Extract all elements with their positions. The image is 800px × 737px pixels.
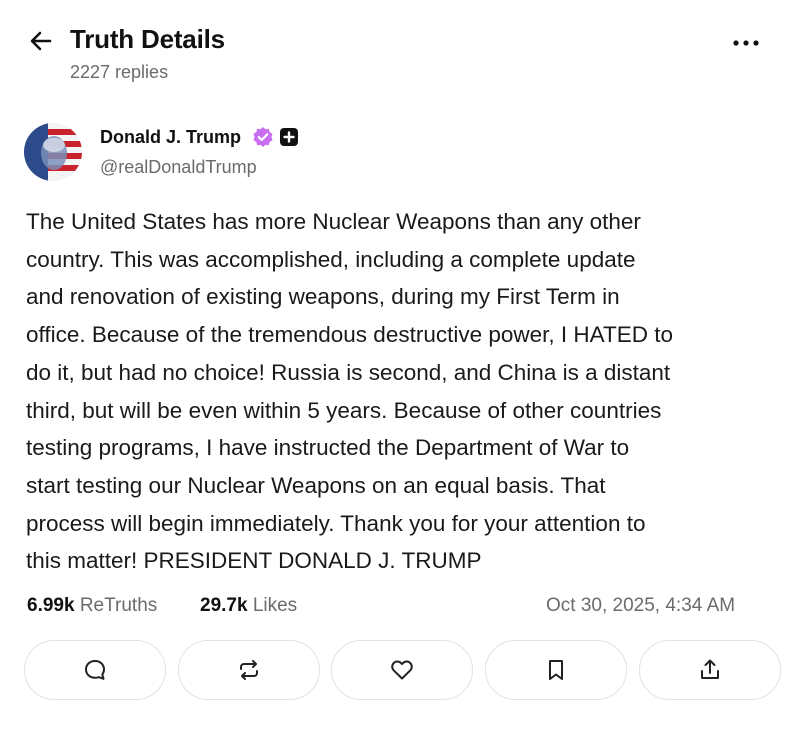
reply-icon bbox=[85, 660, 105, 680]
avatar-image-icon bbox=[24, 123, 82, 181]
retruth-button[interactable] bbox=[178, 640, 320, 700]
reply-button[interactable] bbox=[24, 640, 166, 700]
verified-badge-icon bbox=[252, 126, 274, 148]
likes-label: Likes bbox=[252, 595, 298, 616]
retruths-stat[interactable]: 6.99k ReTruths bbox=[27, 595, 157, 617]
post-stats: 6.99k ReTruths 29.7k Likes Oct 30, 2025,… bbox=[0, 590, 800, 624]
heart-icon bbox=[391, 660, 413, 680]
more-horizontal-icon bbox=[733, 40, 759, 46]
header: Truth Details 2227 replies bbox=[0, 0, 800, 100]
like-button[interactable] bbox=[331, 640, 473, 700]
bookmark-icon bbox=[549, 660, 563, 680]
reply-count: 2227 replies bbox=[70, 62, 169, 82]
likes-stat[interactable]: 29.7k Likes bbox=[200, 595, 297, 617]
likes-count: 29.7k bbox=[200, 595, 248, 616]
bookmark-button[interactable] bbox=[485, 640, 627, 700]
author-row: Donald J. Trump @realDonaldTrump bbox=[0, 115, 800, 190]
back-button[interactable] bbox=[26, 26, 56, 56]
post-timestamp: Oct 30, 2025, 4:34 AM bbox=[546, 595, 736, 616]
action-bar bbox=[0, 640, 800, 702]
avatar[interactable] bbox=[24, 123, 82, 181]
share-button[interactable] bbox=[639, 640, 781, 700]
more-options-button[interactable] bbox=[728, 28, 764, 58]
arrow-left-icon bbox=[30, 31, 52, 51]
retruths-count: 6.99k bbox=[27, 595, 75, 616]
author-name[interactable]: Donald J. Trump bbox=[100, 127, 241, 148]
share-icon bbox=[701, 659, 719, 679]
page-title: Truth Details bbox=[70, 24, 225, 54]
retruths-label: ReTruths bbox=[79, 595, 158, 616]
retruth-icon bbox=[240, 660, 258, 680]
post-text: The United States has more Nuclear Weapo… bbox=[26, 209, 673, 574]
author-handle[interactable]: @realDonaldTrump bbox=[100, 157, 257, 178]
plus-badge-icon bbox=[279, 127, 299, 147]
